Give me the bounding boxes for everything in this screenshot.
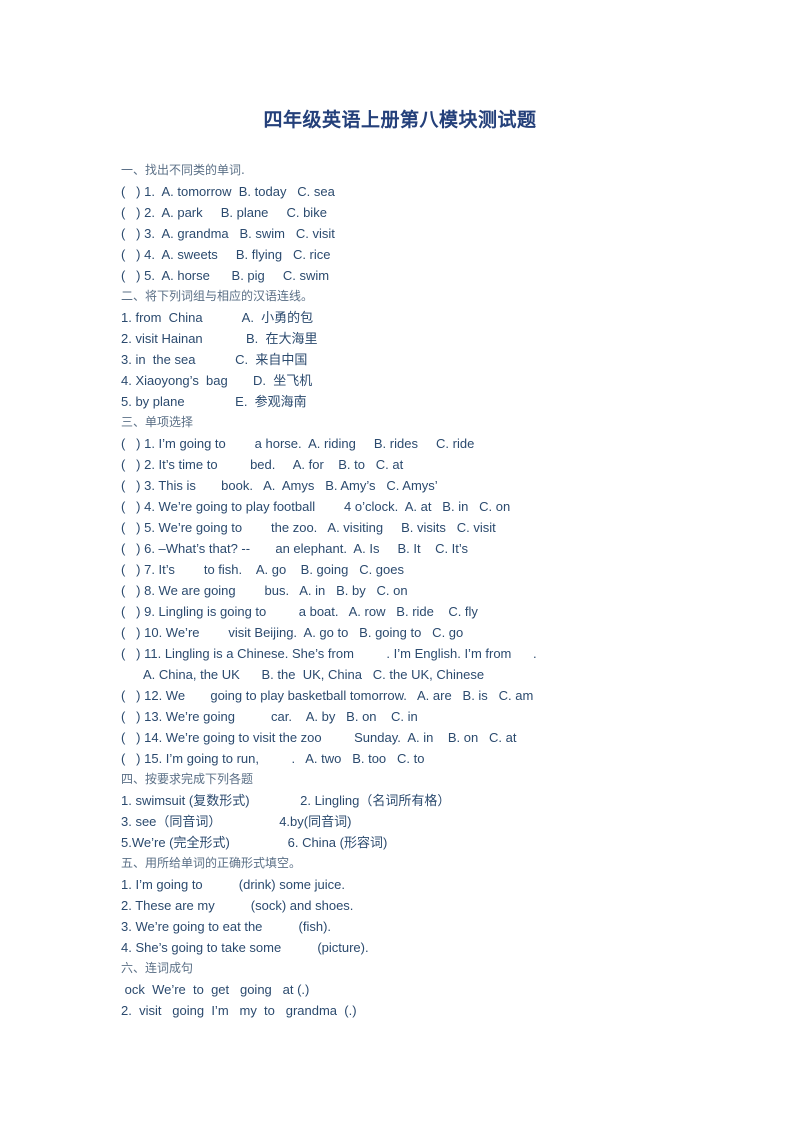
section-word-forms: 四、按要求完成下列各题 1. swimsuit (复数形式) 2. Lingli… (121, 769, 721, 853)
task-line: 5.We’re (完全形式) 6. China (形容词) (121, 835, 388, 850)
section-heading: 三、单项选择 (121, 415, 194, 429)
sentence-line: ock We’re to get going at (.) (121, 982, 310, 997)
section-heading: 四、按要求完成下列各题 (121, 772, 254, 786)
section-matching: 二、将下列词组与相应的汉语连线。 1. from China A. 小勇的包 2… (121, 286, 721, 412)
question-line: ( ) 8. We are going bus. A. in B. by C. … (121, 583, 408, 598)
question-line: ( ) 11. Lingling is a Chinese. She’s fro… (121, 646, 537, 661)
question-line: ( ) 2. It’s time to bed. A. for B. to C.… (121, 457, 404, 472)
fill-in-line: 4. She’s going to take some (picture). (121, 940, 369, 955)
worksheet-body: 一、找出不同类的单词. ( ) 1. A. tomorrow B. today … (121, 160, 721, 1021)
question-line: ( ) 15. I’m going to run, . A. two B. to… (121, 751, 425, 766)
question-line: ( ) 14. We’re going to visit the zoo Sun… (121, 730, 517, 745)
question-line: ( ) 6. –What’s that? -- an elephant. A. … (121, 541, 469, 556)
section-heading: 一、找出不同类的单词. (121, 163, 245, 177)
question-line: ( ) 3. A. grandma B. swim C. visit (121, 226, 335, 241)
question-line: ( ) 10. We’re visit Beijing. A. go to B.… (121, 625, 464, 640)
section-multiple-choice: 三、单项选择 ( ) 1. I’m going to a horse. A. r… (121, 412, 721, 769)
question-options-continuation: A. China, the UK B. the UK, China C. the… (143, 667, 485, 682)
section-heading: 五、用所给单词的正确形式填空。 (121, 856, 302, 870)
task-line: 1. swimsuit (复数形式) 2. Lingling（名词所有格） (121, 793, 451, 808)
section-sentence-building: 六、连词成句 ock We’re to get going at (.) 2. … (121, 958, 721, 1021)
task-line: 3. see（同音词） 4.by(同音词) (121, 814, 352, 829)
section-fill-in: 五、用所给单词的正确形式填空。 1. I’m going to (drink) … (121, 853, 721, 958)
sentence-line: 2. visit going I’m my to grandma (.) (121, 1003, 357, 1018)
question-line: ( ) 1. A. tomorrow B. today C. sea (121, 184, 335, 199)
question-line: ( ) 5. A. horse B. pig C. swim (121, 268, 330, 283)
question-line: ( ) 4. A. sweets B. flying C. rice (121, 247, 331, 262)
fill-in-line: 1. I’m going to (drink) some juice. (121, 877, 345, 892)
fill-in-line: 3. We’re going to eat the (fish). (121, 919, 332, 934)
fill-in-line: 2. These are my (sock) and shoes. (121, 898, 354, 913)
question-line: ( ) 3. This is book. A. Amys B. Amy’s C.… (121, 478, 438, 493)
section-heading: 二、将下列词组与相应的汉语连线。 (121, 289, 314, 303)
matching-line: 4. Xiaoyong’s bag D. 坐飞机 (121, 373, 313, 388)
question-line: ( ) 4. We’re going to play football 4 o’… (121, 499, 511, 514)
question-line: ( ) 5. We’re going to the zoo. A. visiti… (121, 520, 496, 535)
question-line: ( ) 12. We going to play basketball tomo… (121, 688, 534, 703)
matching-line: 5. by plane E. 参观海南 (121, 394, 307, 409)
matching-line: 2. visit Hainan B. 在大海里 (121, 331, 318, 346)
question-line: ( ) 13. We’re going car. A. by B. on C. … (121, 709, 418, 724)
question-line: ( ) 9. Lingling is going to a boat. A. r… (121, 604, 478, 619)
question-line: ( ) 7. It’s to fish. A. go B. going C. g… (121, 562, 404, 577)
matching-line: 3. in the sea C. 来自中国 (121, 352, 308, 367)
section-odd-one-out: 一、找出不同类的单词. ( ) 1. A. tomorrow B. today … (121, 160, 721, 286)
page-title: 四年级英语上册第八模块测试题 (263, 109, 537, 131)
section-heading: 六、连词成句 (121, 961, 194, 975)
question-line: ( ) 1. I’m going to a horse. A. riding B… (121, 436, 475, 451)
matching-line: 1. from China A. 小勇的包 (121, 310, 314, 325)
question-line: ( ) 2. A. park B. plane C. bike (121, 205, 327, 220)
